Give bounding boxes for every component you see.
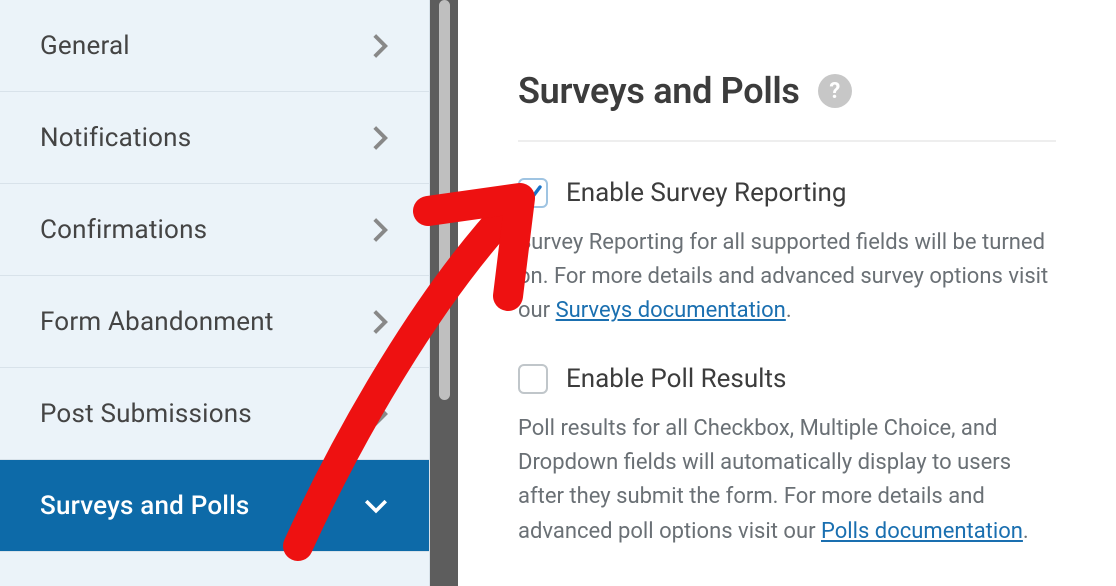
sidebar-item-label: Surveys and Polls (40, 491, 250, 521)
sidebar-item-label: Form Abandonment (40, 307, 274, 337)
option-desc-post: . (1023, 519, 1029, 544)
panel-title: Surveys and Polls (518, 70, 800, 112)
panel-wrap: Surveys and Polls ? Enable Survey Report… (458, 0, 1116, 586)
checkbox-enable-survey-reporting[interactable] (518, 178, 548, 208)
settings-panel: Surveys and Polls ? Enable Survey Report… (458, 0, 1116, 586)
panel-title-row: Surveys and Polls ? (518, 70, 1056, 112)
sidebar-item-label: General (40, 31, 130, 61)
sidebar-item-form-abandonment[interactable]: Form Abandonment (0, 276, 429, 368)
sidebar-item-general[interactable]: General (0, 0, 429, 92)
sidebar-item-surveys-and-polls[interactable]: Surveys and Polls (0, 460, 429, 552)
chevron-right-icon (371, 32, 389, 60)
option-desc-post: . (786, 298, 792, 323)
panel-divider (518, 140, 1056, 142)
scrollbar-track[interactable] (439, 0, 450, 400)
option-header: Enable Survey Reporting (518, 178, 1056, 208)
chevron-right-icon (371, 216, 389, 244)
option-label: Enable Survey Reporting (566, 178, 847, 208)
sidebar-item-notifications[interactable]: Notifications (0, 92, 429, 184)
checkbox-enable-poll-results[interactable] (518, 364, 548, 394)
option-enable-survey-reporting: Enable Survey Reporting Survey Reporting… (518, 178, 1056, 328)
option-label: Enable Poll Results (566, 364, 786, 394)
sidebar-item-label: Notifications (40, 123, 191, 153)
chevron-right-icon (371, 400, 389, 428)
option-enable-poll-results: Enable Poll Results Poll results for all… (518, 364, 1056, 548)
sidebar-item-label: Confirmations (40, 215, 207, 245)
chevron-right-icon (371, 124, 389, 152)
surveys-documentation-link[interactable]: Surveys documentation (556, 298, 786, 323)
option-description: Survey Reporting for all supported field… (518, 226, 1056, 328)
option-header: Enable Poll Results (518, 364, 1056, 394)
settings-sidebar: General Notifications Confirmations Form… (0, 0, 430, 586)
sidebar-item-confirmations[interactable]: Confirmations (0, 184, 429, 276)
sidebar-item-post-submissions[interactable]: Post Submissions (0, 368, 429, 460)
option-description: Poll results for all Checkbox, Multiple … (518, 412, 1056, 548)
sidebar-item-label: Post Submissions (40, 399, 252, 429)
panel-gutter (430, 0, 458, 586)
polls-documentation-link[interactable]: Polls documentation (821, 519, 1023, 544)
chevron-down-icon (363, 497, 389, 515)
chevron-right-icon (371, 308, 389, 336)
help-icon[interactable]: ? (818, 74, 852, 108)
